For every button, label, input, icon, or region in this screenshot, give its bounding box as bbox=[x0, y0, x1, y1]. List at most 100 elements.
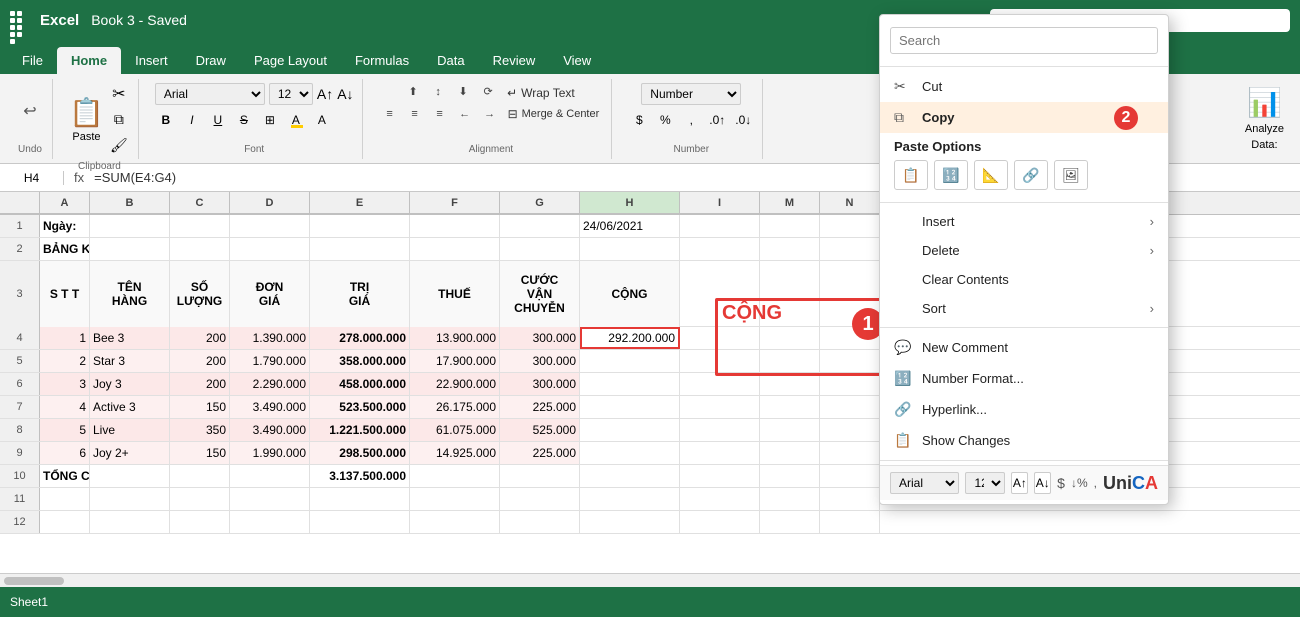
cell-H11[interactable] bbox=[580, 488, 680, 510]
cell-G5[interactable]: 300.000 bbox=[500, 350, 580, 372]
cell-D11[interactable] bbox=[230, 488, 310, 510]
ctx-size-select[interactable]: 12 bbox=[965, 472, 1005, 494]
cell-H6[interactable] bbox=[580, 373, 680, 395]
cell-I4[interactable] bbox=[680, 327, 760, 349]
cell-N8[interactable] bbox=[820, 419, 880, 441]
tab-draw[interactable]: Draw bbox=[182, 47, 240, 74]
paste-opt-5[interactable]: 🖼 bbox=[1054, 160, 1088, 190]
tab-review[interactable]: Review bbox=[479, 47, 550, 74]
col-header-E[interactable]: E bbox=[310, 192, 410, 214]
tab-view[interactable]: View bbox=[549, 47, 605, 74]
cell-B1[interactable] bbox=[90, 215, 170, 237]
cell-M1[interactable] bbox=[760, 215, 820, 237]
cell-N11[interactable] bbox=[820, 488, 880, 510]
cell-B12[interactable] bbox=[90, 511, 170, 533]
cell-C5[interactable]: 200 bbox=[170, 350, 230, 372]
cell-D8[interactable]: 3.490.000 bbox=[230, 419, 310, 441]
cell-C8[interactable]: 350 bbox=[170, 419, 230, 441]
cell-reference[interactable]: H4 bbox=[4, 171, 64, 185]
cell-G2[interactable] bbox=[500, 238, 580, 260]
cell-E4[interactable]: 278.000.000 bbox=[310, 327, 410, 349]
cell-E1[interactable] bbox=[310, 215, 410, 237]
cell-B6[interactable]: Joy 3 bbox=[90, 373, 170, 395]
app-grid-icon[interactable] bbox=[10, 11, 28, 29]
cell-H3[interactable]: CỘNG bbox=[580, 261, 680, 327]
strikethrough-button[interactable]: S bbox=[233, 109, 255, 131]
cell-B9[interactable]: Joy 2+ bbox=[90, 442, 170, 464]
horizontal-scrollbar[interactable] bbox=[0, 573, 1300, 587]
tab-formulas[interactable]: Formulas bbox=[341, 47, 423, 74]
cell-D3[interactable]: ĐƠNGIÁ bbox=[230, 261, 310, 327]
cell-B5[interactable]: Star 3 bbox=[90, 350, 170, 372]
copy-menu-item[interactable]: ⧉ Copy 2 bbox=[880, 102, 1168, 133]
cell-F7[interactable]: 26.175.000 bbox=[410, 396, 500, 418]
cell-N6[interactable] bbox=[820, 373, 880, 395]
cell-I12[interactable] bbox=[680, 511, 760, 533]
number-format-menu-item[interactable]: 🔢 Number Format... bbox=[880, 363, 1168, 394]
cell-E10[interactable]: 3.137.500.000 bbox=[310, 465, 410, 487]
bold-button[interactable]: B bbox=[155, 109, 177, 131]
align-left-button[interactable]: ≡ bbox=[379, 105, 401, 123]
cell-C6[interactable]: 200 bbox=[170, 373, 230, 395]
cell-N1[interactable] bbox=[820, 215, 880, 237]
cell-F12[interactable] bbox=[410, 511, 500, 533]
cell-M6[interactable] bbox=[760, 373, 820, 395]
cut-menu-item[interactable]: ✂ Cut bbox=[880, 71, 1168, 102]
cell-N12[interactable] bbox=[820, 511, 880, 533]
cell-M11[interactable] bbox=[760, 488, 820, 510]
cell-A4[interactable]: 1 bbox=[40, 327, 90, 349]
cell-B10[interactable] bbox=[90, 465, 170, 487]
col-header-A[interactable]: A bbox=[40, 192, 90, 214]
cell-E7[interactable]: 523.500.000 bbox=[310, 396, 410, 418]
cell-C12[interactable] bbox=[170, 511, 230, 533]
cell-I1[interactable] bbox=[680, 215, 760, 237]
cell-M10[interactable] bbox=[760, 465, 820, 487]
percent-button[interactable]: % bbox=[654, 109, 676, 131]
cell-A9[interactable]: 6 bbox=[40, 442, 90, 464]
tab-insert[interactable]: Insert bbox=[121, 47, 182, 74]
cell-C2[interactable] bbox=[170, 238, 230, 260]
border-button[interactable]: ⊞ bbox=[259, 109, 281, 131]
cell-F3[interactable]: THUẾ bbox=[410, 261, 500, 327]
cell-C10[interactable] bbox=[170, 465, 230, 487]
insert-menu-item[interactable]: Insert › bbox=[880, 207, 1168, 236]
cell-F9[interactable]: 14.925.000 bbox=[410, 442, 500, 464]
cell-E6[interactable]: 458.000.000 bbox=[310, 373, 410, 395]
cell-E9[interactable]: 298.500.000 bbox=[310, 442, 410, 464]
cell-G10[interactable] bbox=[500, 465, 580, 487]
cell-H9[interactable] bbox=[580, 442, 680, 464]
cell-C4[interactable]: 200 bbox=[170, 327, 230, 349]
cell-N2[interactable] bbox=[820, 238, 880, 260]
cell-D5[interactable]: 1.790.000 bbox=[230, 350, 310, 372]
copy-button[interactable]: ⧉ bbox=[108, 109, 130, 131]
cell-B11[interactable] bbox=[90, 488, 170, 510]
merge-center-button[interactable]: ⊟ Merge & Center bbox=[504, 105, 604, 123]
cell-B2[interactable] bbox=[90, 238, 170, 260]
cell-D2[interactable] bbox=[230, 238, 310, 260]
cell-A1[interactable]: Ngày: bbox=[40, 215, 90, 237]
cell-D1[interactable] bbox=[230, 215, 310, 237]
cell-H5[interactable] bbox=[580, 350, 680, 372]
cell-E12[interactable] bbox=[310, 511, 410, 533]
cell-D12[interactable] bbox=[230, 511, 310, 533]
format-painter-button[interactable]: 🖌 bbox=[108, 135, 130, 157]
cell-A6[interactable]: 3 bbox=[40, 373, 90, 395]
paste-opt-4[interactable]: 🔗 bbox=[1014, 160, 1048, 190]
paste-button[interactable]: 📋 Paste bbox=[69, 96, 104, 143]
align-right-button[interactable]: ≡ bbox=[429, 105, 451, 123]
cell-M7[interactable] bbox=[760, 396, 820, 418]
cell-I2[interactable] bbox=[680, 238, 760, 260]
cell-G8[interactable]: 525.000 bbox=[500, 419, 580, 441]
cell-I3[interactable] bbox=[680, 261, 760, 327]
cell-M3[interactable] bbox=[760, 261, 820, 327]
paste-opt-2[interactable]: 🔢 bbox=[934, 160, 968, 190]
italic-button[interactable]: I bbox=[181, 109, 203, 131]
cell-A2[interactable]: BẢNG KÊ HÀNG NHẬP KHO bbox=[40, 238, 90, 260]
col-header-H[interactable]: H bbox=[580, 192, 680, 214]
cell-F6[interactable]: 22.900.000 bbox=[410, 373, 500, 395]
ctx-font-select[interactable]: Arial bbox=[890, 472, 959, 494]
cell-C7[interactable]: 150 bbox=[170, 396, 230, 418]
col-header-D[interactable]: D bbox=[230, 192, 310, 214]
cell-M8[interactable] bbox=[760, 419, 820, 441]
currency-button[interactable]: $ bbox=[628, 109, 650, 131]
